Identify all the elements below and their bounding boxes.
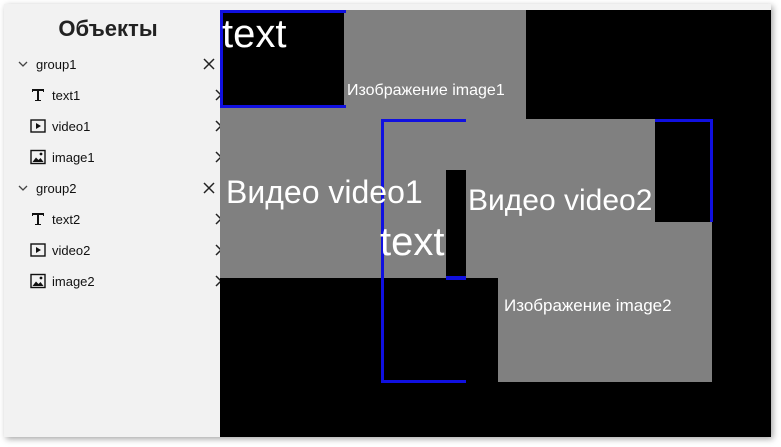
image2-element[interactable] [498,278,712,382]
selection-outline-text2-bottom [446,276,466,280]
video-icon [30,118,46,134]
tree-item-label: text2 [52,211,81,227]
stage-canvas[interactable]: text Изображение image1 Видео video1 Вид… [220,10,771,437]
panel-title: Объекты [58,16,158,41]
tree-item-label: image1 [52,149,95,165]
image-icon [30,273,46,289]
tree-item-image1[interactable]: image1 [4,143,238,171]
video1-label: Видео video1 [226,174,423,210]
tree-item-group2[interactable]: group2 [4,174,226,202]
image-icon [30,149,46,165]
tree-item-video2[interactable]: video2 [4,236,238,264]
tree-item-image2[interactable]: image2 [4,267,238,295]
tree-item-label: video1 [52,118,91,134]
image1-element[interactable] [344,10,526,120]
tree-item-label: text1 [52,87,81,103]
editor-window: Объекты group1 text1 video1 image1 group… [4,4,771,437]
close-icon[interactable] [202,181,216,195]
chevron-down-icon[interactable] [18,183,28,193]
video-icon [30,242,46,258]
image1-label: Изображение image1 [347,82,505,99]
text2-label: text [380,220,445,264]
text-icon [30,211,46,227]
text1-label: text [222,12,287,56]
selection-outline-group2-right [655,119,713,222]
tree-item-video1[interactable]: video1 [4,112,238,140]
tree-item-group1[interactable]: group1 [4,50,226,78]
text-icon [30,87,46,103]
tree-item-label: image2 [52,273,95,289]
tree-item-text1[interactable]: text1 [4,81,238,109]
tree-item-label: group1 [36,56,77,72]
tree-item-label: group2 [36,180,77,196]
objects-panel: Объекты group1 text1 video1 image1 group… [4,4,227,437]
close-icon[interactable] [202,57,216,71]
image2-label: Изображение image2 [504,296,672,315]
chevron-down-icon[interactable] [18,59,28,69]
tree-item-label: video2 [52,242,91,258]
tree-item-text2[interactable]: text2 [4,205,238,233]
video2-label: Видео video2 [468,184,653,217]
